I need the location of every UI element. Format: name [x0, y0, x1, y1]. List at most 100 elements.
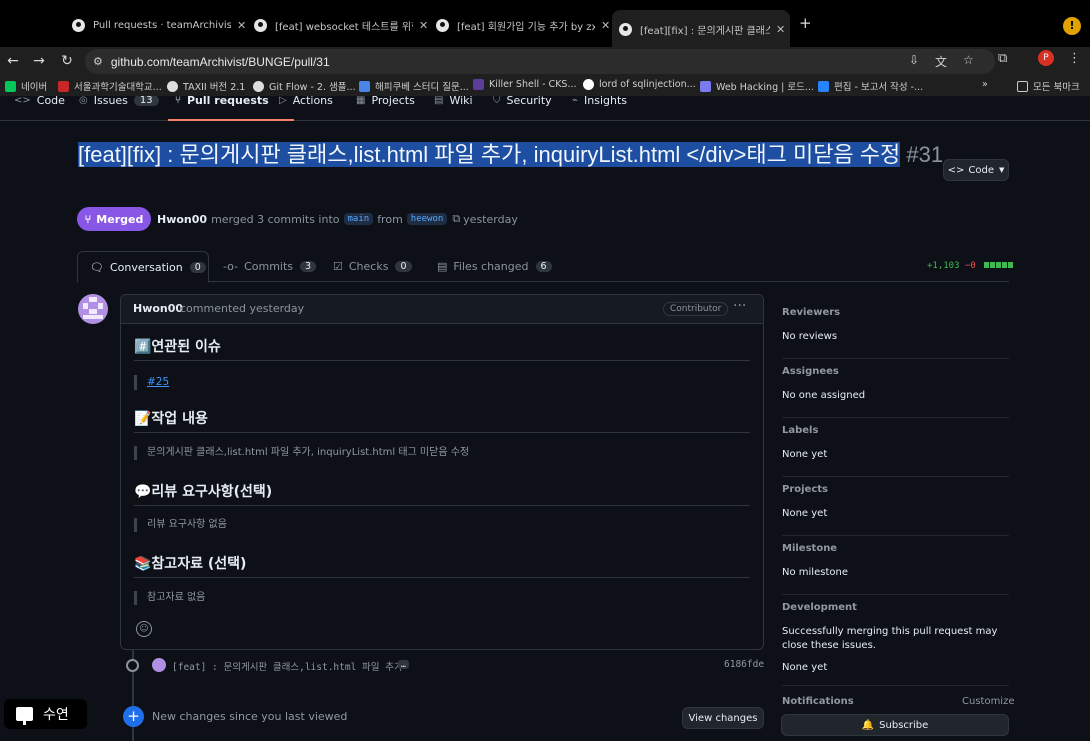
commit-author-avatar[interactable]	[152, 658, 166, 672]
customize-link[interactable]: Customize	[962, 696, 1015, 707]
repo-tab-wiki[interactable]: ▤ Wiki	[434, 96, 473, 107]
book-icon: ▤	[434, 96, 444, 106]
globe-icon	[253, 80, 264, 92]
markdown-heading: #️⃣연관된 이슈	[134, 336, 750, 361]
install-app-icon[interactable]: ⇩	[909, 53, 919, 67]
github-icon	[72, 18, 85, 32]
alert-icon[interactable]: !	[1063, 17, 1081, 35]
commit-sha[interactable]: 6186fde	[724, 659, 764, 670]
site-settings-icon[interactable]: ⚙	[93, 55, 103, 68]
view-changes-button[interactable]: View changes	[682, 707, 764, 729]
sidebar-title[interactable]: Milestone	[782, 543, 1009, 554]
sidebar-title[interactable]: Development	[782, 602, 1009, 613]
browser-tab[interactable]: [feat] websocket 테스트를 위한 ✕	[254, 12, 428, 38]
back-icon[interactable]: ←	[3, 51, 23, 71]
expand-commit-button[interactable]: …	[398, 660, 409, 669]
github-icon	[619, 23, 632, 36]
presenter-name: 수연	[43, 707, 69, 723]
bookmark-item[interactable]: 서울과학기술대학교...	[58, 79, 162, 93]
repo-tab-projects[interactable]: ▦ Projects	[356, 96, 415, 107]
sidebar-projects: Projects None yet	[782, 484, 1009, 536]
pr-number: #31	[906, 142, 944, 167]
bookmark-item[interactable]: 편집 - 보고서 작성 -...	[818, 79, 923, 93]
repo-tab-security[interactable]: ⛉ Security	[493, 96, 552, 107]
merge-icon: ⑂	[84, 212, 92, 226]
reload-icon[interactable]: ↻	[57, 51, 77, 71]
bookmark-item[interactable]: 네이버	[5, 79, 47, 93]
forward-icon[interactable]: →	[29, 51, 49, 71]
bookmark-item[interactable]: TAXII 버전 2.1	[167, 79, 245, 93]
blockquote: 리뷰 요구사항 없음	[134, 518, 227, 532]
add-reaction-icon[interactable]: ☺	[136, 621, 152, 637]
bookmark-item[interactable]: Killer Shell - CKS...	[473, 79, 577, 90]
sidebar-value: None yet	[782, 662, 828, 673]
sidebar-title[interactable]: Assignees	[782, 366, 1009, 377]
sidebar-title[interactable]: Projects	[782, 484, 1009, 495]
pr-title-text: [feat][fix] : 문의게시판 클래스,list.html 파일 추가,…	[78, 142, 901, 167]
address-bar[interactable]: ⚙ github.com/teamArchivist/BUNGE/pull/31…	[85, 49, 995, 74]
close-icon[interactable]: ✕	[419, 19, 428, 32]
author-avatar[interactable]	[78, 294, 108, 324]
sidebar-value: No reviews	[782, 331, 838, 342]
tab-count: 3	[300, 261, 317, 272]
url-text: github.com/teamArchivist/BUNGE/pull/31	[110, 54, 330, 69]
bookmarks-more-button[interactable]: »	[982, 79, 988, 90]
google-icon	[583, 79, 594, 90]
sidebar-title[interactable]: Labels	[782, 425, 1009, 436]
comment-author[interactable]: Hwon00	[133, 302, 183, 315]
subscribe-button[interactable]: 🔔 Subscribe	[781, 714, 1009, 736]
issues-count: 13	[133, 96, 159, 106]
confluence-icon	[818, 80, 829, 92]
close-icon[interactable]: ✕	[237, 19, 246, 32]
bookmark-item[interactable]: lord of sqlinjection...	[583, 79, 696, 90]
merge-summary: Hwon00 merged 3 commits into main from h…	[157, 212, 518, 226]
author-link[interactable]: Hwon00	[157, 213, 207, 226]
extensions-icon[interactable]: ⧉	[998, 51, 1007, 66]
sidebar-title[interactable]: Reviewers	[782, 307, 1009, 318]
tab-title: [feat] websocket 테스트를 위한	[275, 21, 413, 33]
commit-icon: -o-	[223, 260, 239, 273]
markdown-heading: 📝작업 내용	[134, 408, 750, 433]
translate-icon[interactable]: 文	[935, 53, 947, 70]
tab-conversation[interactable]: 🗨 Conversation 0	[77, 251, 209, 283]
tab-title: [feat][fix] : 문의게시판 클래스,li	[640, 26, 770, 37]
bookmark-item[interactable]: Web Hacking | 로드...	[700, 79, 814, 93]
commit-message[interactable]: [feat] : 문의게시판 클래스,list.html 파일 추가	[172, 659, 403, 673]
repo-tab-pull-requests[interactable]: ⑂ Pull requests	[175, 96, 269, 107]
tab-title: [feat] 회원가입 기능 추가 by zxc	[457, 21, 595, 33]
menu-icon[interactable]: ⋮	[1068, 51, 1081, 66]
close-icon[interactable]: ✕	[776, 23, 785, 36]
tab-files-changed[interactable]: ▤ Files changed 6	[437, 251, 552, 282]
tab-count: 0	[189, 261, 206, 273]
tab-commits[interactable]: -o- Commits 3	[223, 251, 317, 282]
profile-avatar[interactable]: P	[1038, 50, 1054, 66]
repo-tab-actions[interactable]: ▷ Actions	[279, 96, 333, 107]
active-tab-underline	[168, 119, 294, 121]
repo-tab-code[interactable]: <> Code	[14, 96, 65, 107]
tab-count: 0	[395, 261, 412, 272]
github-icon	[254, 18, 267, 32]
timeline-commit: [feat] : 문의게시판 클래스,list.html 파일 추가 … 618…	[126, 657, 764, 673]
diff-stat: +1,103 −0	[927, 261, 1014, 271]
repo-tab-issues[interactable]: ◎ Issues 13	[79, 96, 159, 107]
browser-tab-active[interactable]: [feat][fix] : 문의게시판 클래스,li ✕	[612, 10, 790, 47]
repo-tab-insights[interactable]: ⌁ Insights	[572, 96, 627, 107]
base-branch[interactable]: main	[343, 213, 374, 225]
browser-tab[interactable]: [feat] 회원가입 기능 추가 by zxc ✕	[436, 12, 610, 38]
bookmark-item[interactable]: Git Flow - 2. 샘플...	[253, 79, 356, 93]
browser-tab[interactable]: Pull requests · teamArchivist/ ✕	[72, 12, 246, 38]
bookmark-item[interactable]: 해피쿠베 스터디 질문...	[359, 79, 469, 93]
copy-icon[interactable]: ⧉	[452, 212, 460, 226]
comment-header: Hwon00 commented yesterday Contributor ·…	[121, 295, 763, 324]
close-icon[interactable]: ✕	[601, 19, 610, 32]
code-dropdown-button[interactable]: <> Code ▼	[943, 159, 1009, 181]
all-bookmarks-button[interactable]: 모든 북마크	[1017, 79, 1080, 93]
pr-title: [feat][fix] : 문의게시판 클래스,list.html 파일 추가,…	[78, 140, 948, 170]
bookmark-star-icon[interactable]: ☆	[963, 53, 974, 67]
issue-link[interactable]: #25	[147, 376, 169, 388]
new-changes-notice: + New changes since you last viewed	[123, 706, 347, 727]
tab-checks[interactable]: ☑ Checks 0	[333, 251, 412, 282]
head-branch[interactable]: heewon	[406, 213, 448, 225]
more-options-icon[interactable]: ···	[733, 298, 746, 314]
new-tab-button[interactable]: +	[799, 14, 812, 32]
